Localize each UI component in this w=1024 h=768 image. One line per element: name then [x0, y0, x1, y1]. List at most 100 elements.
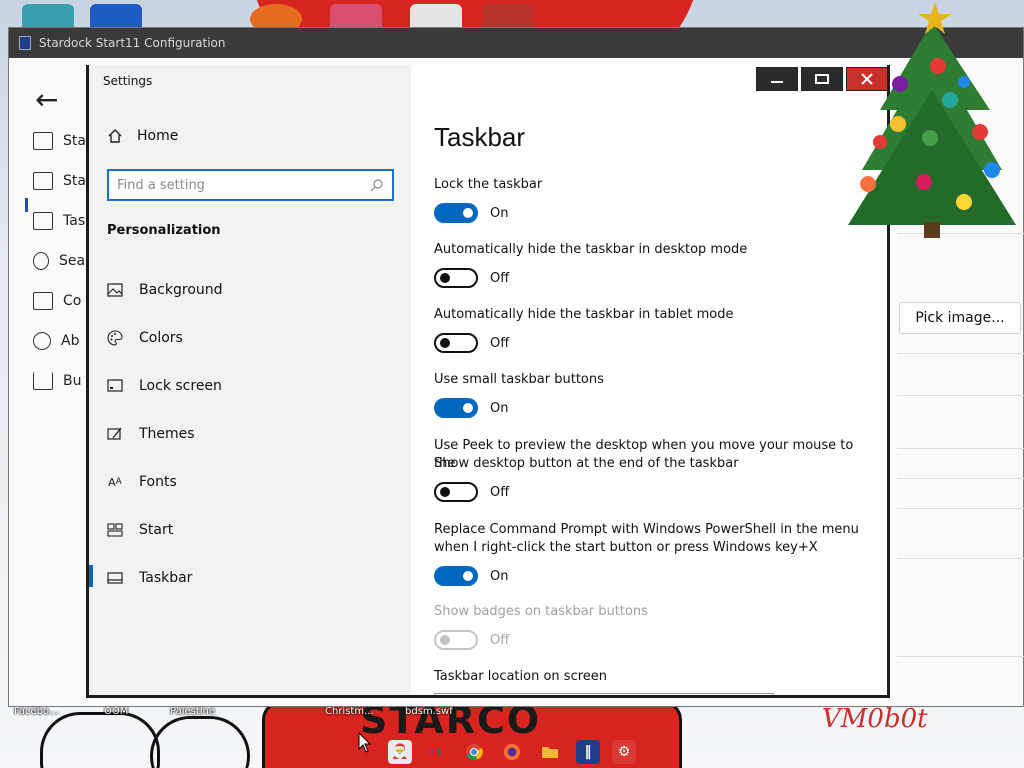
search-icon[interactable]	[370, 178, 384, 192]
taskbar-icon	[33, 212, 53, 230]
autohide-desktop-toggle-row[interactable]: Off	[434, 268, 509, 288]
nav-item-label: Taskbar	[139, 570, 193, 586]
themes-icon	[107, 427, 123, 441]
cart-icon	[33, 372, 53, 390]
toggle-state: On	[490, 205, 509, 221]
start11-selection-indicator	[25, 198, 28, 212]
home-label: Home	[137, 128, 179, 144]
start11-icon[interactable]: ‖	[576, 740, 600, 764]
settings-icon[interactable]: ⚙	[612, 740, 636, 764]
xmas-start-icon[interactable]: 🎅	[388, 740, 412, 764]
background-icon	[107, 283, 123, 297]
nav-item-lock-screen[interactable]: Lock screen	[107, 374, 222, 398]
setting-label-disabled: Show badges on taskbar buttons	[434, 604, 648, 619]
peek-toggle[interactable]	[434, 482, 478, 502]
toggle-state: On	[490, 400, 509, 416]
file-explorer-icon[interactable]	[538, 740, 562, 764]
nav-item-themes[interactable]: Themes	[107, 422, 195, 446]
start11-nav-item[interactable]: Sea	[33, 252, 93, 270]
minimize-icon	[771, 81, 783, 83]
start11-nav-label: Sea	[59, 253, 86, 269]
task-view-icon[interactable]: ⧉	[424, 740, 448, 764]
start11-nav-label: Co	[63, 293, 82, 309]
lock-taskbar-toggle-row[interactable]: On	[434, 203, 508, 223]
powershell-toggle-row[interactable]: On	[434, 566, 508, 586]
autohide-tablet-toggle[interactable]	[434, 333, 478, 353]
settings-window-title: Settings	[103, 74, 153, 88]
home-nav-item[interactable]: Home	[107, 128, 178, 144]
start11-app-icon	[19, 36, 31, 50]
setting-label: Automatically hide the taskbar in tablet…	[434, 307, 734, 322]
nav-item-start[interactable]: Start	[107, 518, 173, 542]
nav-item-background[interactable]: Background	[107, 278, 223, 302]
toggle-state: Off	[490, 632, 510, 648]
pick-image-button[interactable]: Pick image...	[899, 302, 1021, 334]
search-box[interactable]	[107, 169, 394, 201]
nav-item-label: Themes	[139, 426, 195, 442]
badges-toggle-row: Off	[434, 630, 509, 650]
start11-title: Stardock Start11 Configuration	[39, 36, 226, 50]
wallpaper-line	[40, 712, 160, 768]
small-buttons-toggle-row[interactable]: On	[434, 398, 508, 418]
taskbar-location-dropdown[interactable]	[434, 693, 774, 695]
back-arrow-icon[interactable]: ←	[35, 83, 58, 116]
search-input[interactable]	[117, 177, 370, 193]
mouse-cursor-icon	[358, 732, 372, 753]
start11-nav-item[interactable]: Ab	[33, 332, 93, 350]
palette-icon	[107, 330, 123, 346]
section-title: Personalization	[107, 223, 221, 238]
start11-nav-label: Bu	[63, 373, 82, 389]
autohide-tablet-toggle-row[interactable]: Off	[434, 333, 509, 353]
start11-nav-item[interactable]: Tas	[33, 212, 93, 230]
desktop-icon-label[interactable]: OOM	[104, 706, 128, 717]
powershell-toggle[interactable]	[434, 566, 478, 586]
settings-window: Settings Home Personalization Background	[86, 65, 890, 698]
setting-label-line: Replace Command Prompt with Windows Powe…	[434, 522, 859, 537]
desktop-icon-label[interactable]: Facebo...	[14, 706, 58, 717]
nav-item-label: Start	[139, 522, 174, 538]
desktop-icon-label[interactable]: bdsm.swf	[405, 706, 453, 717]
page-title: Taskbar	[434, 122, 526, 152]
nav-item-label: Fonts	[139, 474, 177, 490]
start11-nav-item[interactable]: Bu	[33, 372, 93, 390]
home-icon	[108, 129, 122, 143]
nav-item-label: Background	[139, 282, 223, 298]
start11-nav-item[interactable]: Co	[33, 292, 93, 310]
christmas-tree-decoration	[848, 2, 1016, 238]
about-icon	[33, 332, 51, 350]
setting-label: Automatically hide the taskbar in deskto…	[434, 242, 748, 257]
toggle-state: Off	[490, 270, 510, 286]
nav-item-label: Colors	[139, 330, 183, 346]
nav-item-fonts[interactable]: AA Fonts	[107, 470, 177, 494]
control-icon	[33, 292, 53, 310]
toggle-state: Off	[490, 484, 510, 500]
desktop-icon-label[interactable]: Christm...	[325, 706, 374, 717]
lock-taskbar-toggle[interactable]	[434, 203, 478, 223]
start11-nav-label: Tas	[63, 213, 86, 229]
small-buttons-toggle[interactable]	[434, 398, 478, 418]
setting-label: Taskbar location on screen	[434, 669, 608, 684]
lock-screen-icon	[107, 379, 123, 393]
firefox-icon[interactable]	[500, 740, 524, 764]
nav-item-colors[interactable]: Colors	[107, 326, 183, 350]
wallpaper-signature: VM0b0t	[822, 704, 928, 734]
nav-item-label: Lock screen	[139, 378, 222, 394]
start11-nav-item[interactable]: Sta	[33, 132, 93, 150]
minimize-button[interactable]	[756, 67, 798, 91]
start11-nav-item[interactable]: Sta	[33, 172, 93, 190]
start11-nav-label: Sta	[63, 173, 86, 189]
start-button-icon	[33, 172, 53, 190]
settings-sidebar: Settings Home Personalization Background	[89, 65, 411, 695]
setting-label-line: Show desktop button at the end of the ta…	[434, 456, 739, 471]
maximize-button[interactable]	[801, 67, 843, 91]
nav-selection-indicator	[89, 565, 93, 587]
start-menu-icon	[33, 132, 53, 150]
setting-label: Use small taskbar buttons	[434, 372, 604, 387]
peek-toggle-row[interactable]: Off	[434, 482, 509, 502]
toggle-state: Off	[490, 335, 510, 351]
desktop-icon-label[interactable]: Palestine	[170, 706, 215, 717]
chrome-icon[interactable]	[462, 740, 486, 764]
nav-item-taskbar[interactable]: Taskbar	[107, 566, 192, 590]
wallpaper-line	[150, 716, 250, 768]
autohide-desktop-toggle[interactable]	[434, 268, 478, 288]
